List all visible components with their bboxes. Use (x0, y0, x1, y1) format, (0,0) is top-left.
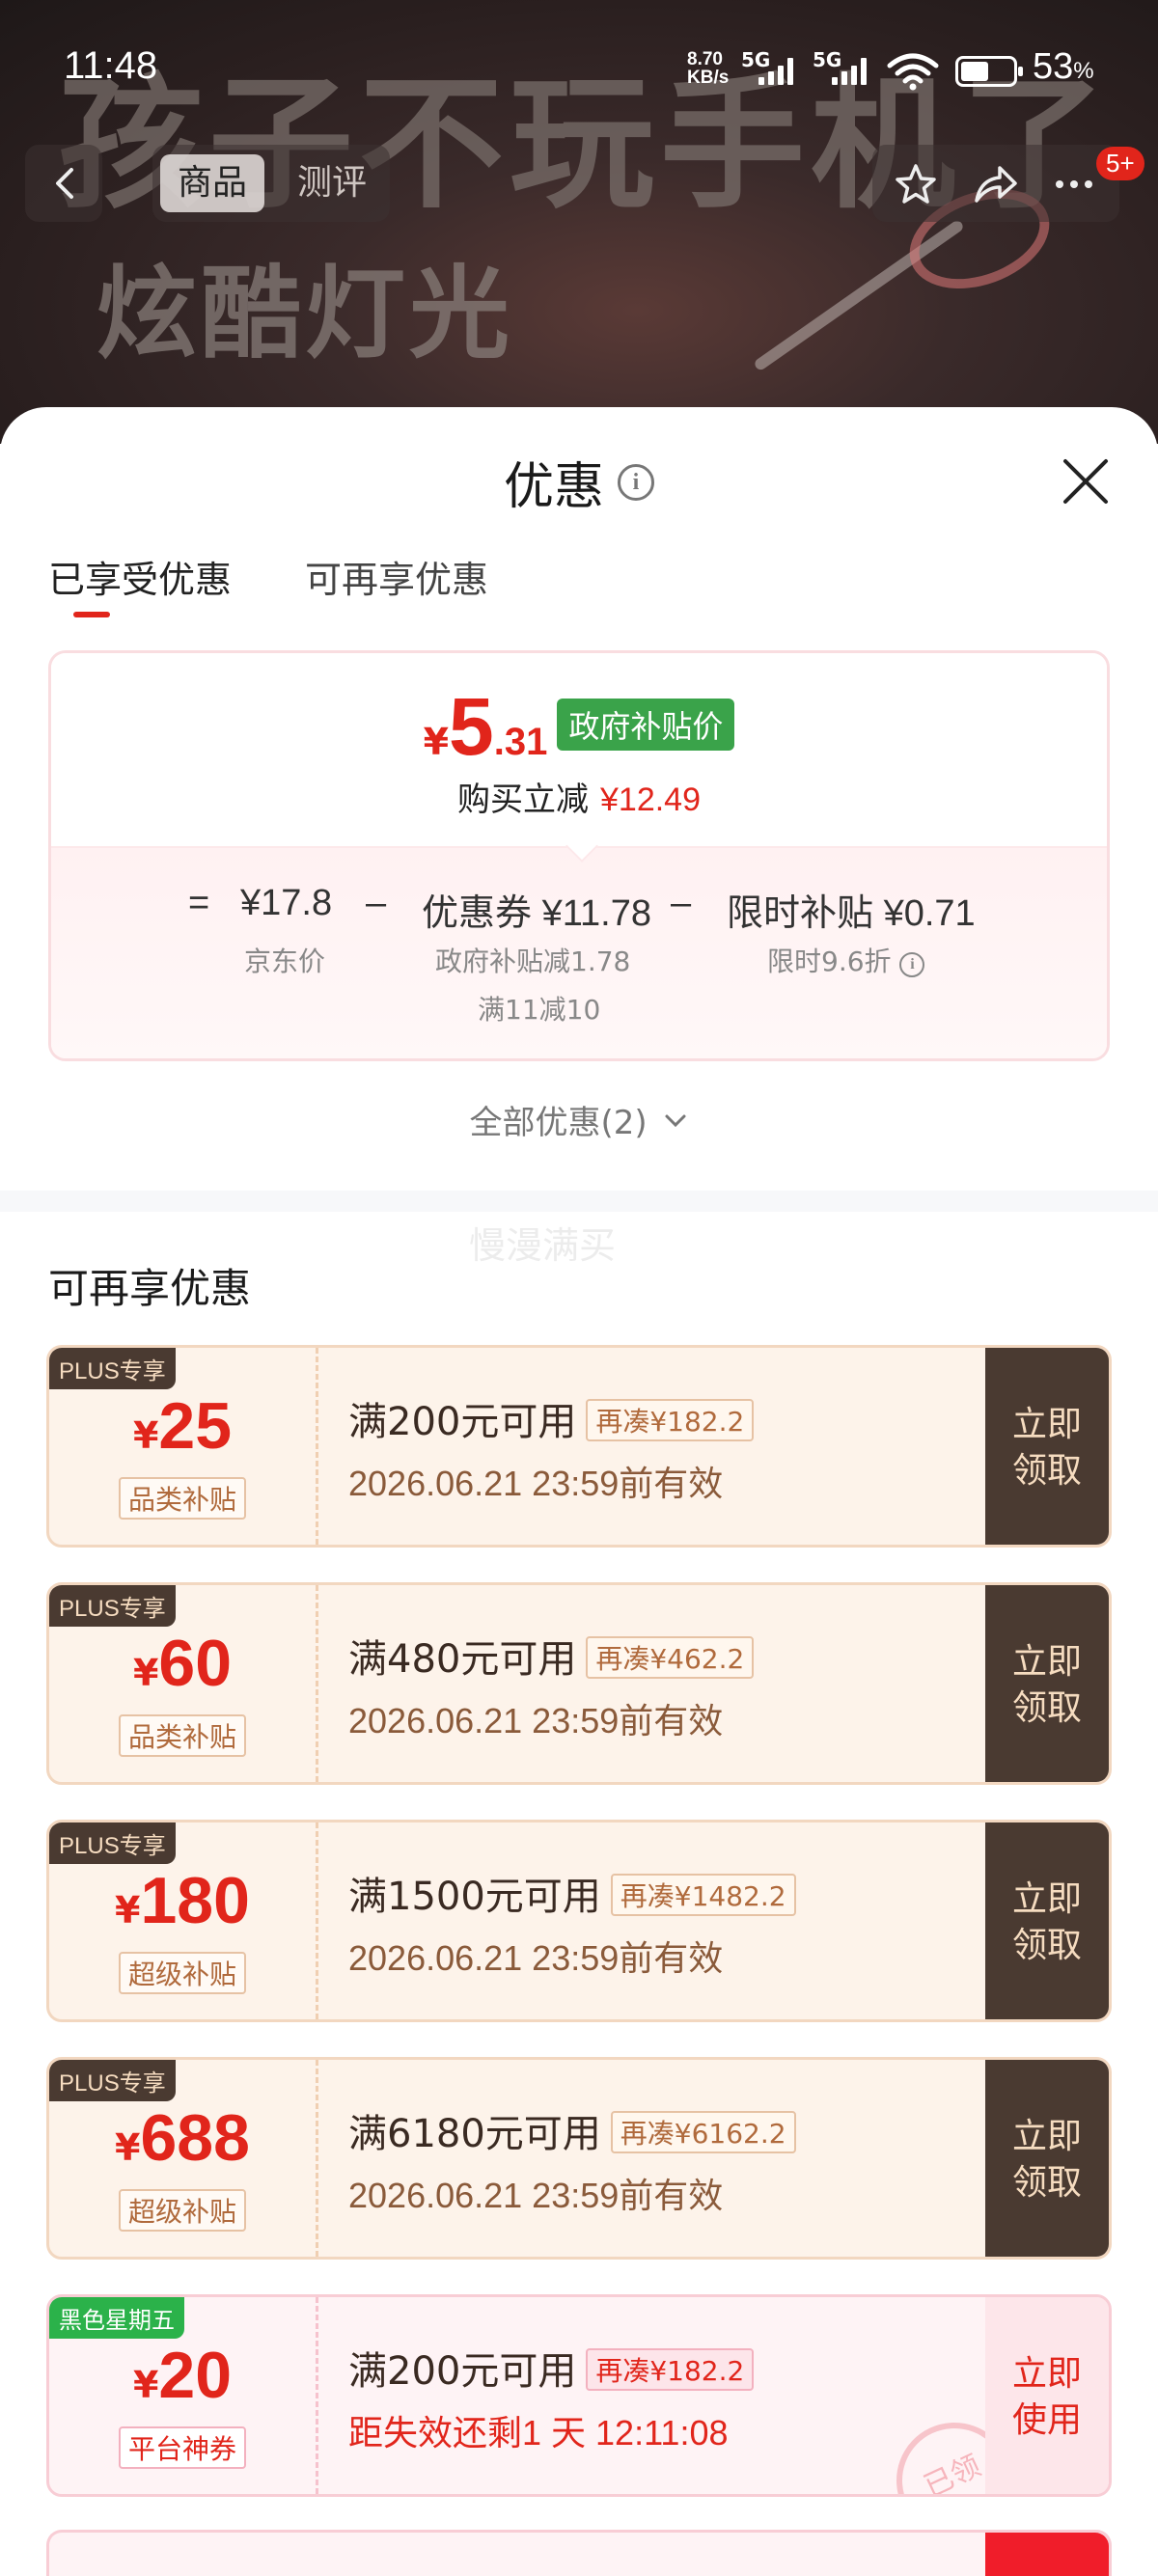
limited-subsidy: 限时补贴 ¥0.71 (727, 893, 976, 934)
claim-coupon-button[interactable]: 立即 领取 (985, 1348, 1109, 1545)
coupon-card-partial (46, 2530, 1112, 2576)
coupon-amount: ¥25 (132, 1389, 233, 1463)
share-icon[interactable] (973, 162, 1017, 206)
coupon-type: 超级补贴 (49, 2189, 316, 2232)
coupon-amount: ¥180 (115, 1864, 250, 1937)
status-time: 11:48 (64, 44, 158, 87)
coupon-tag: 黑色星期五 (49, 2297, 184, 2339)
minus-sign: – (671, 883, 692, 923)
coupon-validity: 2026.06.21 23:59前有效 (348, 2176, 724, 2215)
coupon-card: PLUS专享 ¥180 超级补贴 满1500元可用 再凑¥1482.2 2026.… (46, 1820, 1112, 2022)
instant-reduction: 购买立减 ¥12.49 (457, 781, 701, 819)
coupon-card: 黑色星期五 ¥20 平台神券 满200元可用 再凑¥182.2 距失效还剩1 天 … (46, 2294, 1112, 2497)
info-icon[interactable]: i (618, 463, 654, 501)
chevron-down-icon (665, 1114, 686, 1128)
all-offers-toggle[interactable]: 全部优惠(2) (0, 1096, 1158, 1143)
tab-product[interactable]: 商品 (160, 154, 265, 212)
minus-sign: – (366, 883, 387, 923)
coupon-amount: ¥60 (132, 1627, 233, 1700)
coupon-tag: PLUS专享 (49, 2060, 176, 2101)
sheet-header: 优惠 i (0, 446, 1158, 518)
coupon-remaining: 再凑¥182.2 (586, 1399, 755, 1441)
coupon-validity: 2026.06.21 23:59前有效 (348, 1938, 724, 1978)
page-tabs: 商品 测评 (152, 145, 390, 222)
price-breakdown: = ¥17.8 – 优惠券 ¥11.78 – 限时补贴 ¥0.71 京东价 政府… (51, 846, 1107, 1058)
coupon-card: PLUS专享 ¥688 超级补贴 满6180元可用 再凑¥6162.2 2026.… (46, 2057, 1112, 2260)
coupon-condition: 满1500元可用 再凑¥1482.2 (348, 1865, 796, 1921)
coupon-card: PLUS专享 ¥60 品类补贴 满480元可用 再凑¥462.2 2026.06.… (46, 1582, 1112, 1785)
info-icon[interactable]: i (899, 952, 925, 977)
coupon-type: 平台神券 (49, 2426, 316, 2469)
gov-subsidy-tag: 政府补贴价 (557, 699, 735, 751)
coupon-validity: 2026.06.21 23:59前有效 (348, 1701, 724, 1740)
battery-icon (955, 56, 1023, 87)
sheet-title: 优惠 (503, 458, 604, 516)
coupon-tag: PLUS专享 (49, 1348, 176, 1389)
coupon-type: 超级补贴 (49, 1952, 316, 1994)
coupon-remaining: 再凑¥182.2 (586, 2348, 755, 2391)
star-icon[interactable] (894, 162, 938, 206)
coupon-tag: PLUS专享 (49, 1585, 176, 1627)
net-speed-value: 8.70 (687, 49, 723, 69)
equals-sign: = (188, 883, 210, 923)
hero-subheadline: 炫酷灯光 (96, 255, 514, 372)
coupon-condition: 满200元可用 再凑¥182.2 (348, 1390, 755, 1446)
claim-coupon-button[interactable]: 立即 领取 (985, 1585, 1109, 1782)
message-badge: 5+ (1096, 147, 1144, 180)
net-speed-unit: KB/s (687, 68, 730, 88)
coupon-remaining: 再凑¥6162.2 (610, 2111, 796, 2153)
section-title: 可再享优惠 (48, 1265, 252, 1312)
section-divider (0, 1191, 1158, 1212)
tab-more-offers[interactable]: 可再享优惠 (305, 550, 488, 603)
coupon-validity: 2026.06.21 23:59前有效 (348, 1464, 724, 1503)
back-button[interactable] (25, 145, 102, 222)
signal-icon (832, 58, 874, 85)
chevron-left-icon (56, 168, 73, 199)
final-price: ¥5.31 政府补贴价 (51, 680, 1107, 774)
coupon-amount: ¥20 (132, 2339, 233, 2412)
coupon-condition: 满6180元可用 再凑¥6162.2 (348, 2102, 796, 2158)
coupon-action-partial[interactable] (985, 2533, 1109, 2576)
wifi-icon (887, 53, 939, 91)
active-tab-indicator (73, 612, 110, 617)
coupon-card: PLUS专享 ¥25 品类补贴 满200元可用 再凑¥182.2 2026.06.… (46, 1345, 1112, 1548)
coupon-condition: 满200元可用 再凑¥182.2 (348, 2340, 755, 2396)
coupon-amount: ¥688 (115, 2101, 250, 2175)
more-icon[interactable] (1052, 162, 1096, 206)
product-hero-image: 孩子不玩手机了 炫酷灯光 11:48 8.70 KB/s 5G 5G 53% 商… (0, 0, 1158, 444)
coupon-sub-1: 政府补贴减1.78 (435, 945, 631, 977)
net-speed: 8.70 KB/s (687, 50, 729, 87)
limited-discount: 限时9.6折 i (767, 941, 925, 979)
tab-enjoyed-offers[interactable]: 已享受优惠 (48, 550, 232, 603)
coupon-remaining: 再凑¥1482.2 (610, 1874, 796, 1916)
top-actions (872, 145, 1119, 222)
coupon-breakdown: 优惠券 ¥11.78 (422, 893, 651, 934)
coupon-condition: 满480元可用 再凑¥462.2 (348, 1628, 755, 1684)
coupon-type: 品类补贴 (49, 1477, 316, 1520)
price-summary-card: ¥5.31 政府补贴价 购买立减 ¥12.49 = ¥17.8 – 优惠券 ¥11.… (48, 650, 1110, 1061)
coupon-countdown: 距失效还剩1 天 12:11:08 (348, 2413, 729, 2453)
jd-price: ¥17.8 (240, 883, 333, 923)
claim-coupon-button[interactable]: 立即 领取 (985, 2060, 1109, 2257)
claim-coupon-button[interactable]: 立即 领取 (985, 1822, 1109, 2019)
battery-percent: 53% (1033, 46, 1094, 87)
close-icon[interactable] (1058, 453, 1114, 509)
coupon-tag: PLUS专享 (49, 1822, 176, 1864)
tab-review[interactable]: 测评 (280, 154, 384, 212)
use-coupon-button[interactable]: 立即 使用 (985, 2297, 1109, 2494)
coupon-sub-2: 满11减10 (478, 994, 601, 1026)
jd-price-label: 京东价 (244, 945, 326, 977)
signal-icon (758, 58, 801, 85)
coupon-type: 品类补贴 (49, 1714, 316, 1757)
watermark: 慢漫满买 (469, 1224, 617, 1267)
coupon-remaining: 再凑¥462.2 (586, 1636, 755, 1679)
status-bar: 11:48 8.70 KB/s 5G 5G 53% (0, 0, 1158, 135)
